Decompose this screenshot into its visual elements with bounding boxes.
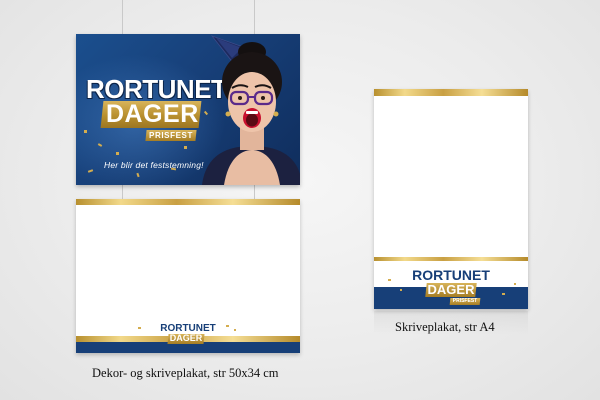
hanging-string-right-lower — [254, 185, 255, 199]
confetti — [184, 146, 187, 149]
hanging-string-right — [254, 0, 255, 34]
confetti — [234, 329, 236, 331]
top-gold-bar — [76, 199, 300, 205]
writing-poster-50x34: RORTUNET DAGER — [76, 199, 300, 353]
poster-tag: PRISFEST — [149, 131, 193, 140]
caption-a4-poster: Skriveplakat, str A4 — [395, 320, 495, 334]
confetti — [514, 283, 516, 285]
logo-title: RORTUNET — [412, 267, 490, 283]
writing-poster-a4: RORTUNET DAGER PRISFEST — [374, 89, 528, 309]
hanging-string-left-lower — [122, 185, 123, 199]
logo-tag: PRISFEST — [452, 298, 478, 304]
confetti — [400, 289, 402, 291]
middle-gold-bar — [374, 257, 528, 261]
confetti — [84, 130, 87, 133]
logo-subtitle: DAGER — [427, 282, 475, 297]
poster-subtitle: DAGER — [106, 100, 199, 128]
decor-poster: RORTUNET DAGER PRISFEST Her blir det fes… — [76, 34, 300, 185]
top-gold-bar — [374, 89, 528, 96]
excited-woman-photo — [202, 35, 300, 185]
confetti — [116, 152, 119, 155]
confetti — [226, 325, 229, 327]
mini-logo-subtitle: DAGER — [169, 333, 203, 343]
confetti — [388, 279, 391, 281]
poster-slogan: Her blir det feststemning! — [104, 160, 204, 170]
hanging-string-left — [122, 0, 123, 34]
confetti — [138, 327, 141, 329]
caption-decor-poster: Dekor- og skriveplakat, str 50x34 cm — [92, 366, 279, 380]
confetti — [502, 293, 505, 295]
